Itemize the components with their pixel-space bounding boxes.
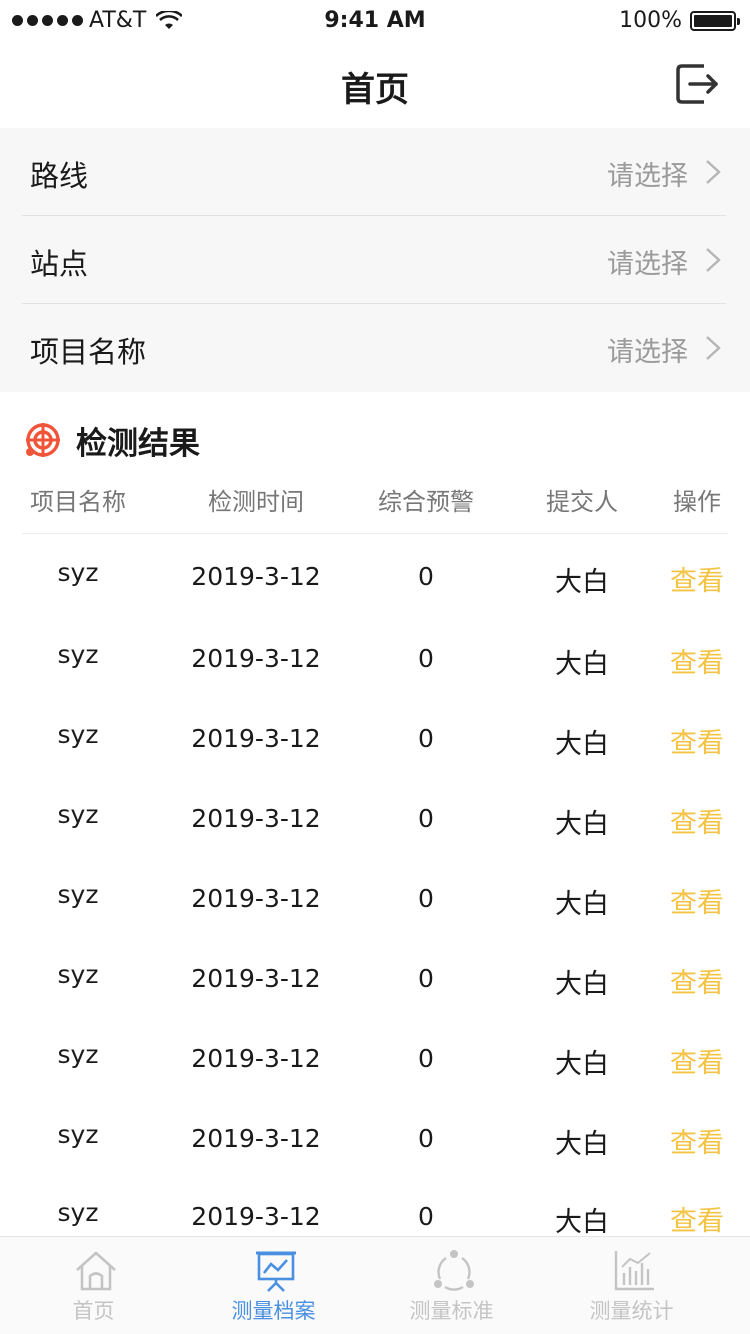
cell-time: 2019-3-12 [191, 644, 321, 673]
cell-project: syz [57, 640, 99, 669]
results-heading: 检测结果 [24, 418, 200, 462]
table-row: syz 2019-3-12 0 大白 查看 [22, 616, 728, 696]
cell-project: syz [57, 960, 99, 989]
cell-submitter: 大白 [555, 1129, 609, 1160]
view-link[interactable]: 查看 [666, 1121, 728, 1160]
bar-chart-icon [614, 1251, 654, 1291]
cell-submitter: 大白 [555, 1207, 609, 1236]
cell-project: syz [57, 1198, 99, 1227]
table-row: syz 2019-3-12 0 大白 查看 [22, 856, 728, 936]
chevron-right-icon [706, 160, 721, 184]
page-title: 首页 [341, 70, 409, 110]
logout-icon[interactable] [674, 60, 722, 108]
filter-row-project[interactable]: 项目名称 请选择 [22, 304, 726, 392]
battery-icon [690, 10, 740, 31]
cell-project: syz [57, 1120, 99, 1149]
column-header: 项目名称 [30, 488, 126, 516]
table-row: syz 2019-3-12 0 大白 查看 [22, 696, 728, 776]
cell-project: syz [57, 800, 99, 829]
cell-warning: 0 [418, 1044, 434, 1073]
cell-project: syz [57, 558, 99, 587]
cell-time: 2019-3-12 [191, 804, 321, 833]
table-header: 项目名称 检测时间 综合预警 提交人 操作 [22, 478, 728, 534]
status-right: 100% [619, 8, 740, 33]
filter-row-station[interactable]: 站点 请选择 [22, 216, 726, 304]
results-table[interactable]: syz 2019-3-12 0 大白 查看 syz 2019-3-12 0 大白… [22, 534, 728, 1236]
cell-time: 2019-3-12 [191, 1044, 321, 1073]
cell-project: syz [57, 720, 99, 749]
filter-value: 请选择 [607, 161, 688, 192]
table-row: syz 2019-3-12 0 大白 查看 [22, 1174, 728, 1236]
view-link[interactable]: 查看 [666, 881, 728, 920]
tab-archive[interactable]: 测量档案 [180, 1237, 367, 1334]
circle-nodes-icon [434, 1250, 474, 1291]
view-link[interactable]: 查看 [666, 559, 728, 598]
cell-project: syz [57, 1040, 99, 1069]
cell-time: 2019-3-12 [191, 562, 321, 591]
tab-label: 测量标准 [409, 1299, 494, 1323]
view-link[interactable]: 查看 [666, 1041, 728, 1080]
battery-percent: 100% [619, 8, 682, 33]
chevron-right-icon [706, 336, 721, 360]
tab-home[interactable]: 首页 [0, 1237, 187, 1334]
section-title: 检测结果 [76, 425, 200, 462]
cell-warning: 0 [418, 562, 434, 591]
cell-warning: 0 [418, 644, 434, 673]
nav-bar: 首页 [0, 40, 750, 128]
filter-label: 路线 [30, 159, 89, 193]
filter-value: 请选择 [607, 337, 688, 368]
cell-submitter: 大白 [555, 649, 609, 680]
table-row: syz 2019-3-12 0 大白 查看 [22, 1096, 728, 1176]
cell-project: syz [57, 880, 99, 909]
filter-label: 项目名称 [30, 335, 147, 369]
cell-warning: 0 [418, 804, 434, 833]
view-link[interactable]: 查看 [666, 1199, 728, 1236]
tab-label: 首页 [72, 1299, 115, 1323]
filter-value: 请选择 [607, 249, 688, 280]
tab-label: 测量统计 [589, 1299, 674, 1323]
tab-standard[interactable]: 测量标准 [358, 1237, 545, 1334]
filter-panel: 路线 请选择 站点 请选择 项目名称 请选择 [0, 128, 750, 392]
view-link[interactable]: 查看 [666, 961, 728, 1000]
cell-submitter: 大白 [555, 809, 609, 840]
filter-label: 站点 [30, 247, 89, 281]
cell-submitter: 大白 [555, 729, 609, 760]
column-header: 检测时间 [208, 488, 304, 516]
cell-submitter: 大白 [555, 889, 609, 920]
table-row: syz 2019-3-12 0 大白 查看 [22, 776, 728, 856]
view-link[interactable]: 查看 [666, 721, 728, 760]
cell-time: 2019-3-12 [191, 964, 321, 993]
cell-warning: 0 [418, 1202, 434, 1231]
cell-submitter: 大白 [555, 567, 609, 598]
cell-time: 2019-3-12 [191, 1124, 321, 1153]
target-icon [26, 423, 60, 457]
column-header: 操作 [673, 488, 721, 516]
column-header: 提交人 [546, 488, 618, 516]
cell-warning: 0 [418, 724, 434, 753]
cell-time: 2019-3-12 [191, 1202, 321, 1231]
home-icon [76, 1251, 116, 1291]
column-header: 综合预警 [378, 488, 474, 516]
tab-bar: 首页 测量档案 测量标准 测量统计 [0, 1236, 750, 1334]
filter-row-route[interactable]: 路线 请选择 [22, 128, 726, 216]
table-row: syz 2019-3-12 0 大白 查看 [22, 1016, 728, 1096]
cell-time: 2019-3-12 [191, 884, 321, 913]
table-row: syz 2019-3-12 0 大白 查看 [22, 534, 728, 614]
table-row: syz 2019-3-12 0 大白 查看 [22, 936, 728, 1016]
cell-time: 2019-3-12 [191, 724, 321, 753]
view-link[interactable]: 查看 [666, 801, 728, 840]
presentation-chart-icon [256, 1251, 296, 1292]
cell-warning: 0 [418, 1124, 434, 1153]
tab-statistics[interactable]: 测量统计 [538, 1237, 725, 1334]
status-bar: AT&T 9:41 AM 100% [0, 0, 750, 40]
tab-label: 测量档案 [231, 1299, 316, 1323]
cell-warning: 0 [418, 884, 434, 913]
cell-submitter: 大白 [555, 1049, 609, 1080]
chevron-right-icon [706, 248, 721, 272]
cell-submitter: 大白 [555, 969, 609, 1000]
cell-warning: 0 [418, 964, 434, 993]
view-link[interactable]: 查看 [666, 641, 728, 680]
